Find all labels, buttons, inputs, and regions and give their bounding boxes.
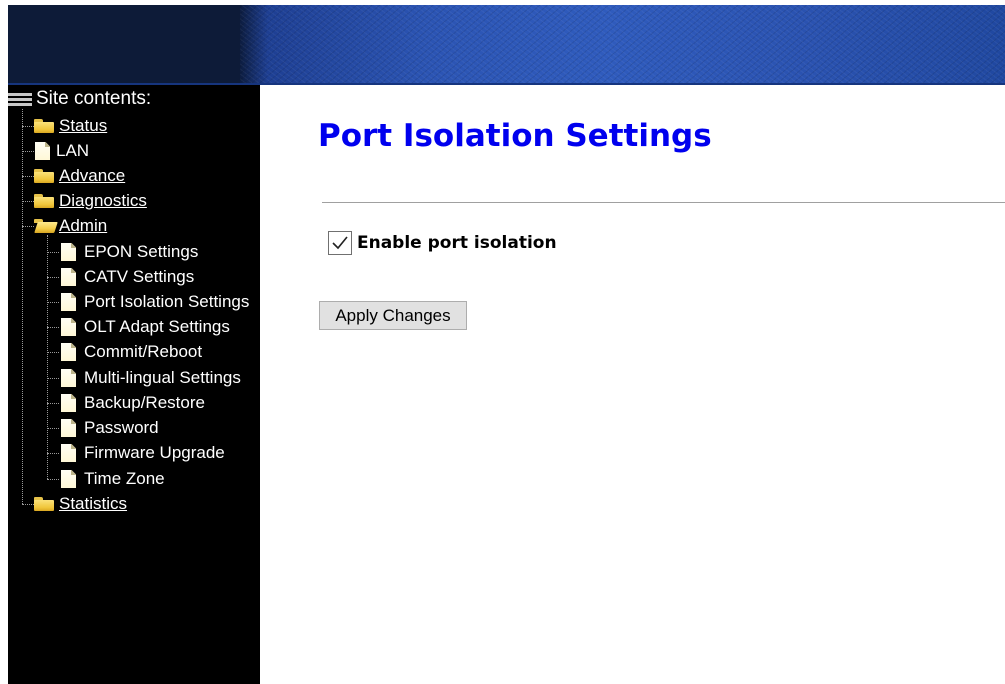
- sidebar-item-firmware-upgrade[interactable]: Firmware Upgrade: [61, 442, 225, 464]
- page-title: Port Isolation Settings: [318, 118, 712, 154]
- tree-connector: [22, 176, 34, 177]
- tree-connector: [47, 428, 59, 429]
- sidebar-item-lan[interactable]: LAN: [35, 140, 89, 162]
- checkmark-icon: [332, 236, 348, 250]
- sidebar-item-password[interactable]: Password: [61, 417, 159, 439]
- enable-port-isolation-row: Enable port isolation: [328, 231, 557, 255]
- sidebar-item-label[interactable]: OLT Adapt Settings: [84, 317, 230, 337]
- sidebar-item-label[interactable]: Statistics: [59, 494, 127, 514]
- sidebar-item-label[interactable]: Time Zone: [84, 469, 165, 489]
- folder-icon: [34, 497, 54, 511]
- tree-connector: [47, 378, 59, 379]
- document-icon: [61, 369, 76, 387]
- sidebar-item-olt-adapt-settings[interactable]: OLT Adapt Settings: [61, 316, 230, 338]
- document-icon: [61, 243, 76, 261]
- document-icon: [35, 142, 50, 160]
- sidebar-item-time-zone[interactable]: Time Zone: [61, 468, 165, 490]
- sidebar-item-commit-reboot[interactable]: Commit/Reboot: [61, 341, 202, 363]
- sidebar-item-label[interactable]: Backup/Restore: [84, 393, 205, 413]
- sidebar-item-catv-settings[interactable]: CATV Settings: [61, 266, 194, 288]
- tree-connector: [22, 126, 34, 127]
- tree-connector: [47, 479, 59, 480]
- document-icon: [61, 343, 76, 361]
- tree-connector: [22, 226, 34, 227]
- enable-port-isolation-label[interactable]: Enable port isolation: [357, 233, 557, 253]
- document-icon: [61, 318, 76, 336]
- sidebar-item-label[interactable]: CATV Settings: [84, 267, 194, 287]
- sidebar-item-label[interactable]: Multi-lingual Settings: [84, 368, 241, 388]
- folder-icon: [34, 169, 54, 183]
- tree-connector: [22, 109, 23, 504]
- main-content: Port Isolation Settings Enable port isol…: [260, 85, 1005, 684]
- sidebar-root: Site contents:: [8, 88, 151, 110]
- tree-connector: [47, 277, 59, 278]
- folder-icon: [34, 194, 54, 208]
- tree-connector: [47, 453, 59, 454]
- apply-changes-button[interactable]: Apply Changes: [319, 301, 467, 330]
- enable-port-isolation-checkbox[interactable]: [328, 231, 352, 255]
- sidebar-item-epon-settings[interactable]: EPON Settings: [61, 241, 198, 263]
- document-icon: [61, 419, 76, 437]
- sidebar-root-label: Site contents:: [36, 88, 152, 109]
- left-margin: [0, 0, 8, 684]
- sidebar-item-label[interactable]: Status: [59, 116, 107, 136]
- sidebar-item-label[interactable]: Admin: [59, 216, 107, 236]
- sidebar-item-statistics[interactable]: Statistics: [34, 493, 127, 515]
- sidebar-item-label[interactable]: Commit/Reboot: [84, 342, 202, 362]
- sidebar-item-advance[interactable]: Advance: [34, 165, 125, 187]
- sidebar-item-multi-lingual-settings[interactable]: Multi-lingual Settings: [61, 367, 241, 389]
- tree-connector: [47, 302, 59, 303]
- tree-connector: [22, 201, 34, 202]
- divider: [322, 202, 1005, 204]
- tree-connector: [22, 151, 34, 152]
- sidebar-item-backup-restore[interactable]: Backup/Restore: [61, 392, 205, 414]
- sidebar-item-label[interactable]: Password: [84, 418, 159, 438]
- sidebar-item-label[interactable]: Port Isolation Settings: [84, 292, 249, 312]
- document-icon: [61, 268, 76, 286]
- folder-icon: [34, 119, 54, 133]
- sidebar-navigation: Site contents: Status LAN Advance Diagno…: [8, 85, 260, 684]
- sidebar-item-label[interactable]: Advance: [59, 166, 125, 186]
- sidebar-item-diagnostics[interactable]: Diagnostics: [34, 190, 147, 212]
- page: Site contents: Status LAN Advance Diagno…: [0, 0, 1005, 684]
- tree-connector: [47, 403, 59, 404]
- tree-connector: [47, 252, 59, 253]
- sidebar-item-port-isolation-settings[interactable]: Port Isolation Settings: [61, 291, 249, 313]
- document-icon: [61, 470, 76, 488]
- tree-connector: [47, 235, 48, 479]
- sidebar-item-admin[interactable]: Admin: [34, 215, 107, 237]
- banner-logo-area: [8, 5, 240, 85]
- tree-connector: [22, 504, 34, 505]
- sidebar-item-label[interactable]: LAN: [56, 141, 89, 161]
- tree-connector: [47, 327, 59, 328]
- document-icon: [61, 293, 76, 311]
- header-banner: [8, 5, 1005, 85]
- sidebar-item-status[interactable]: Status: [34, 115, 107, 137]
- tree-root-icon: [8, 92, 32, 106]
- sidebar-item-label[interactable]: Diagnostics: [59, 191, 147, 211]
- sidebar-item-label[interactable]: EPON Settings: [84, 242, 198, 262]
- document-icon: [61, 394, 76, 412]
- tree-connector: [47, 352, 59, 353]
- sidebar-item-label[interactable]: Firmware Upgrade: [84, 443, 225, 463]
- document-icon: [61, 444, 76, 462]
- folder-open-icon: [34, 219, 54, 233]
